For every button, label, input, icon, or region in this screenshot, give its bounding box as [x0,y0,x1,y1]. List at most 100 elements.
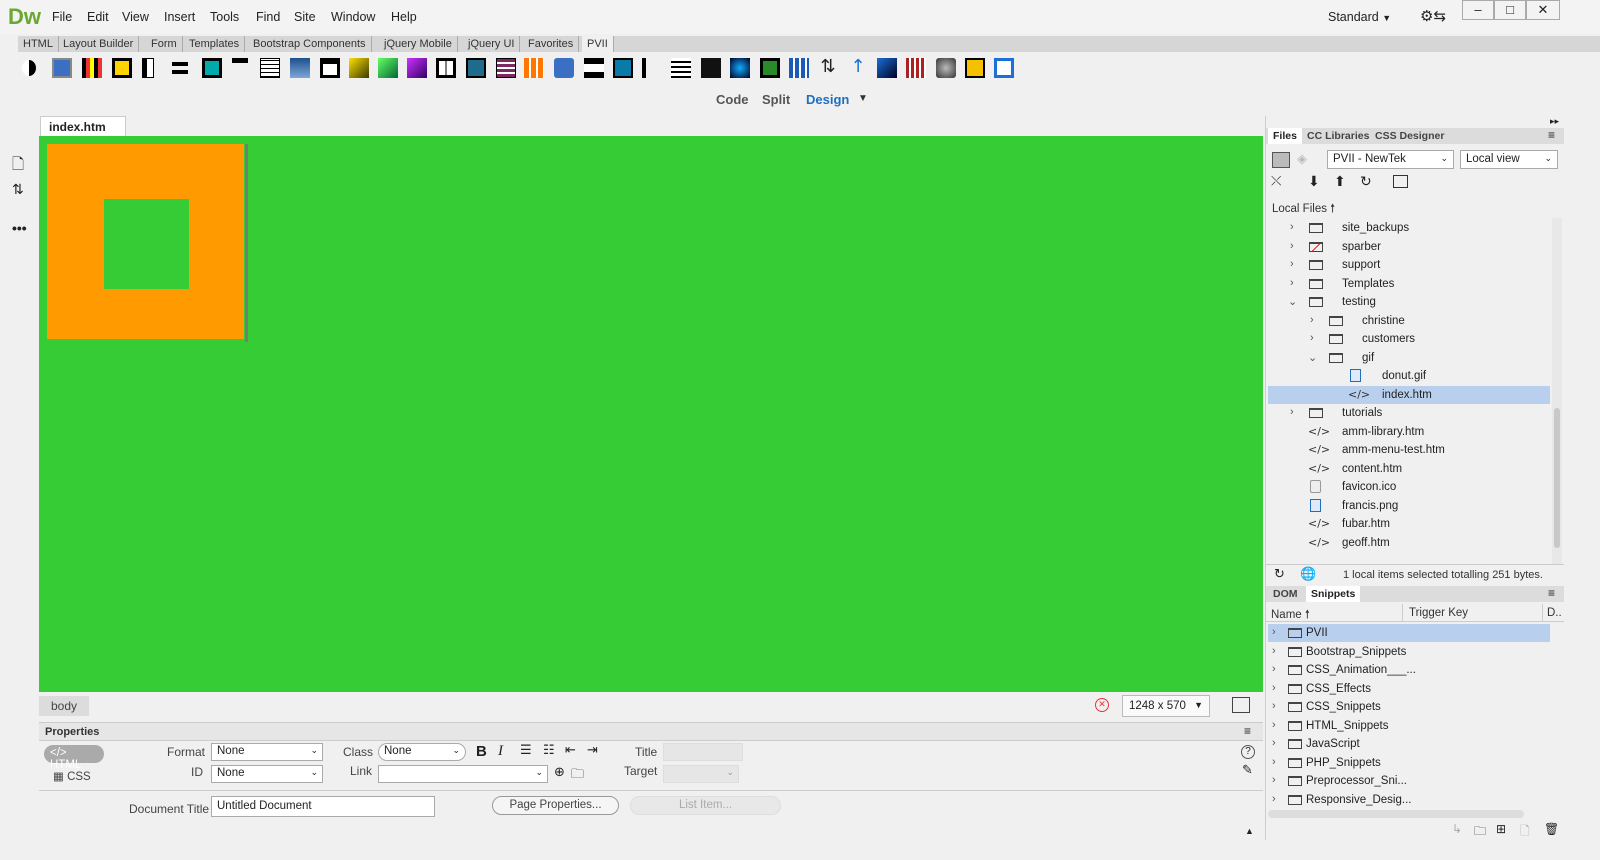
file-row[interactable]: › tutorials [1268,404,1550,422]
tab-templates[interactable]: Templates [184,36,246,52]
pvii-insert-icon[interactable] [554,58,574,78]
snippet-folder-row[interactable]: › Bootstrap_Snippets [1268,643,1550,661]
file-row[interactable]: ⌄ gif [1268,349,1550,367]
file-list-scrollbar[interactable] [1552,218,1562,564]
site-select[interactable]: PVII - NewTek ⌄ [1327,150,1454,169]
pvii-insert-icon[interactable] [994,58,1014,78]
sort-arrows-icon[interactable]: ⇅ [818,58,838,78]
panel-menu-icon[interactable]: ≡ [1548,586,1555,600]
menu-help[interactable]: Help [391,10,417,24]
italic-button[interactable]: I [498,743,503,760]
pvii-insert-icon[interactable] [466,58,486,78]
tab-form[interactable]: Form [146,36,183,52]
menu-view[interactable]: View [122,10,149,24]
browse-folder-icon[interactable]: 🗀 [571,765,584,787]
snippet-folder-row[interactable]: › HTML_Snippets [1268,717,1550,735]
minimize-button[interactable]: – [1462,0,1494,20]
pvii-insert-icon[interactable] [349,58,369,78]
pvii-insert-icon[interactable] [642,58,656,78]
resize-handle[interactable] [245,144,248,342]
bold-button[interactable]: B [476,743,487,760]
chevron-right-icon[interactable]: › [1272,774,1276,786]
title-input[interactable] [663,743,743,761]
more-options-icon[interactable]: ••• [12,220,27,236]
pvii-insert-icon[interactable] [142,58,154,78]
format-select[interactable]: None ⌄ [211,743,323,761]
panel-menu-icon[interactable]: ≡ [1244,724,1251,738]
pvii-insert-icon[interactable] [290,58,310,78]
file-row[interactable]: </> fubar.htm [1268,515,1550,533]
pvii-insert-icon[interactable] [671,58,691,78]
chevron-down-icon[interactable]: ⌄ [1288,295,1297,308]
menu-file[interactable]: File [52,10,72,24]
target-select[interactable]: ⌄ [663,765,739,783]
file-row[interactable]: › support [1268,256,1550,274]
tab-layout-builder[interactable]: Layout Builder [58,36,140,52]
chevron-right-icon[interactable]: › [1310,332,1314,344]
chevron-right-icon[interactable]: › [1310,314,1314,326]
pvii-insert-icon[interactable] [436,58,456,78]
file-row[interactable]: </> amm-menu-test.htm [1268,441,1550,459]
error-icon[interactable]: ✕ [1095,698,1109,712]
menu-edit[interactable]: Edit [87,10,109,24]
pvii-insert-icon[interactable] [260,58,280,78]
pvii-insert-icon[interactable] [965,58,985,78]
chevron-right-icon[interactable]: › [1290,277,1294,289]
inner-green-box[interactable] [104,199,189,289]
chevron-right-icon[interactable]: › [1272,700,1276,712]
disconnect-icon[interactable]: ⤬ [1271,174,1281,189]
menu-tools[interactable]: Tools [210,10,239,24]
document-title-input[interactable]: Untitled Document [211,796,435,817]
pvii-insert-icon[interactable] [877,58,897,78]
scrollbar-thumb[interactable] [1554,408,1560,548]
pvii-insert-icon[interactable] [82,58,102,78]
unordered-list-icon[interactable]: ☰ [520,743,532,758]
chevron-right-icon[interactable]: › [1272,645,1276,657]
chevron-right-icon[interactable]: › [1272,663,1276,675]
file-row[interactable]: donut.gif [1268,367,1550,385]
outdent-icon[interactable]: ⇤ [565,743,576,758]
tab-bootstrap-components[interactable]: Bootstrap Components [248,36,372,52]
file-row[interactable]: </> amm-library.htm [1268,423,1550,441]
file-row[interactable]: favicon.ico [1268,478,1550,496]
refresh-icon[interactable]: ↻ [1274,567,1285,582]
snippet-folder-row[interactable]: › PVII [1268,624,1550,642]
snippet-folder-row[interactable]: › Responsive_Desig... [1268,791,1550,809]
workspace-layout-dropdown[interactable]: Standard ▼ [1328,10,1391,24]
pvii-insert-icon[interactable] [22,60,36,76]
split-view-button[interactable]: Split [762,92,790,107]
chevron-right-icon[interactable]: › [1272,793,1276,805]
arrow-up-icon[interactable]: ↑ [848,58,868,78]
indent-icon[interactable]: ⇥ [587,743,598,758]
view-select[interactable]: Local view ⌄ [1460,150,1558,169]
tag-selector-body[interactable]: body [39,696,90,716]
snippet-folder-row[interactable]: › PHP_Snippets [1268,754,1550,772]
list-item-button[interactable]: List Item... [630,796,781,815]
pvii-insert-icon[interactable] [112,58,132,78]
file-row[interactable]: › Templates [1268,275,1550,293]
file-row[interactable]: › christine [1268,312,1550,330]
tab-jquery-ui[interactable]: jQuery UI [463,36,521,52]
link-input[interactable]: ⌄ [378,765,548,783]
file-row[interactable]: › site_backups [1268,219,1550,237]
chevron-right-icon[interactable]: › [1290,258,1294,270]
tab-snippets[interactable]: Snippets [1306,586,1361,602]
file-row[interactable]: › customers [1268,330,1550,348]
snippet-folder-row[interactable]: › JavaScript [1268,735,1550,753]
point-to-file-icon[interactable]: ⊕ [554,765,565,780]
delete-icon[interactable]: 🗑 [1544,822,1559,836]
file-icon[interactable]: 🗋 [12,154,24,179]
column-trigger-key[interactable]: Trigger Key [1409,607,1468,619]
menu-site[interactable]: Site [294,10,316,24]
site-icon[interactable] [1272,152,1290,168]
design-canvas[interactable] [39,136,1263,692]
pvii-insert-icon[interactable] [936,58,956,78]
menu-insert[interactable]: Insert [164,10,195,24]
id-select[interactable]: None ⌄ [211,765,323,783]
pvii-insert-icon[interactable] [760,58,780,78]
tab-html[interactable]: HTML [18,36,59,52]
pvii-insert-icon[interactable] [52,58,72,78]
help-icon[interactable]: ? [1241,745,1255,759]
chevron-right-icon[interactable]: › [1290,221,1294,233]
document-tab[interactable]: index.htm × [40,116,126,148]
